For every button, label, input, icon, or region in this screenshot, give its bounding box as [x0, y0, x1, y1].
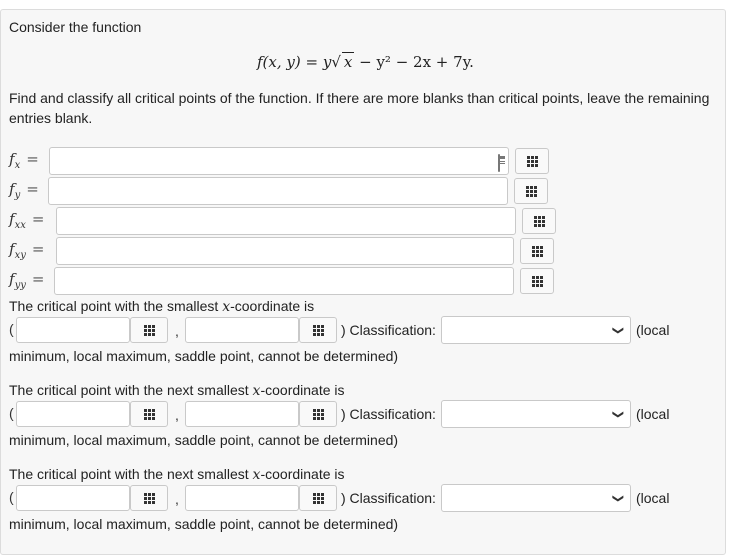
cp2-classification-select[interactable]: ❯: [441, 400, 631, 428]
classification-hint-end: minimum, local maximum, saddle point, ca…: [9, 516, 399, 532]
keypad-grid-icon: [143, 324, 155, 336]
formula-lhs: f(x, y) = y: [257, 53, 332, 71]
comma: ,: [175, 407, 179, 423]
fy-label: fy =: [9, 180, 39, 201]
fyy-label: fyy =: [9, 270, 45, 291]
sqrt-symbol: √: [331, 53, 341, 71]
cp1-x-keypad-button[interactable]: [130, 317, 168, 343]
fxx-keypad-button[interactable]: [522, 208, 556, 234]
critical-point-3-heading: The critical point with the next smalles…: [9, 466, 345, 483]
fx-input[interactable]: [49, 147, 509, 175]
cp2-x-input[interactable]: [16, 401, 130, 427]
open-paren: (: [9, 489, 14, 505]
keypad-grid-icon: [525, 185, 537, 197]
function-formula: f(x, y) = y√ x − y² − 2x + 7y.: [257, 52, 474, 71]
comma: ,: [175, 491, 179, 507]
fyy-input[interactable]: [54, 267, 514, 295]
fx-label: fx =: [9, 150, 39, 171]
classification-label: ) Classification:: [341, 490, 436, 506]
cp3-x-keypad-button[interactable]: [130, 485, 168, 511]
fy-keypad-button[interactable]: [514, 178, 548, 204]
fxy-input[interactable]: [56, 237, 514, 265]
fxy-label: fxy =: [9, 240, 45, 261]
cp1-x-input[interactable]: [16, 317, 130, 343]
cp3-classification-select[interactable]: ❯: [441, 484, 631, 512]
formula-rest: − y² − 2x + 7y.: [354, 53, 474, 71]
classification-hint-start: (local: [636, 406, 670, 422]
intro-text: Consider the function: [9, 19, 142, 35]
classification-hint-start: (local: [636, 490, 670, 506]
critical-point-2-heading: The critical point with the next smalles…: [9, 382, 345, 399]
chevron-down-icon: ❯: [611, 493, 624, 504]
formula-sqrt-arg: x: [341, 52, 355, 71]
fxx-input[interactable]: [56, 207, 516, 235]
keypad-grid-icon: [533, 215, 545, 227]
cp3-y-input[interactable]: [185, 485, 299, 511]
open-paren: (: [9, 321, 14, 337]
cp1-y-keypad-button[interactable]: [299, 317, 337, 343]
fxy-keypad-button[interactable]: [520, 238, 554, 264]
cp1-classification-select[interactable]: ❯: [441, 316, 631, 344]
chevron-down-icon: ❯: [611, 409, 624, 420]
cp3-x-input[interactable]: [16, 485, 130, 511]
fxx-label: fxx =: [9, 210, 45, 231]
cp3-y-keypad-button[interactable]: [299, 485, 337, 511]
instructions-text: Find and classify all critical points of…: [9, 90, 710, 126]
cp2-x-keypad-button[interactable]: [130, 401, 168, 427]
fyy-keypad-button[interactable]: [520, 268, 554, 294]
keypad-grid-icon: [312, 492, 324, 504]
open-paren: (: [9, 405, 14, 421]
fx-keypad-button[interactable]: [515, 148, 549, 174]
keypad-grid-icon: [143, 492, 155, 504]
fy-input[interactable]: [48, 177, 508, 205]
classification-hint-start: (local: [636, 322, 670, 338]
chevron-down-icon: ❯: [611, 325, 624, 336]
cp2-y-input[interactable]: [185, 401, 299, 427]
classification-label: ) Classification:: [341, 322, 436, 338]
keypad-grid-icon: [531, 275, 543, 287]
classification-hint-end: minimum, local maximum, saddle point, ca…: [9, 432, 399, 448]
calculator-icon[interactable]: [498, 154, 500, 172]
keypad-grid-icon: [312, 324, 324, 336]
classification-hint-end: minimum, local maximum, saddle point, ca…: [9, 348, 399, 364]
classification-label: ) Classification:: [341, 406, 436, 422]
cp1-y-input[interactable]: [185, 317, 299, 343]
keypad-grid-icon: [312, 408, 324, 420]
cp2-y-keypad-button[interactable]: [299, 401, 337, 427]
comma: ,: [175, 323, 179, 339]
keypad-grid-icon: [531, 245, 543, 257]
keypad-grid-icon: [143, 408, 155, 420]
keypad-grid-icon: [526, 155, 538, 167]
critical-point-1-heading: The critical point with the smallest x-c…: [9, 298, 315, 315]
